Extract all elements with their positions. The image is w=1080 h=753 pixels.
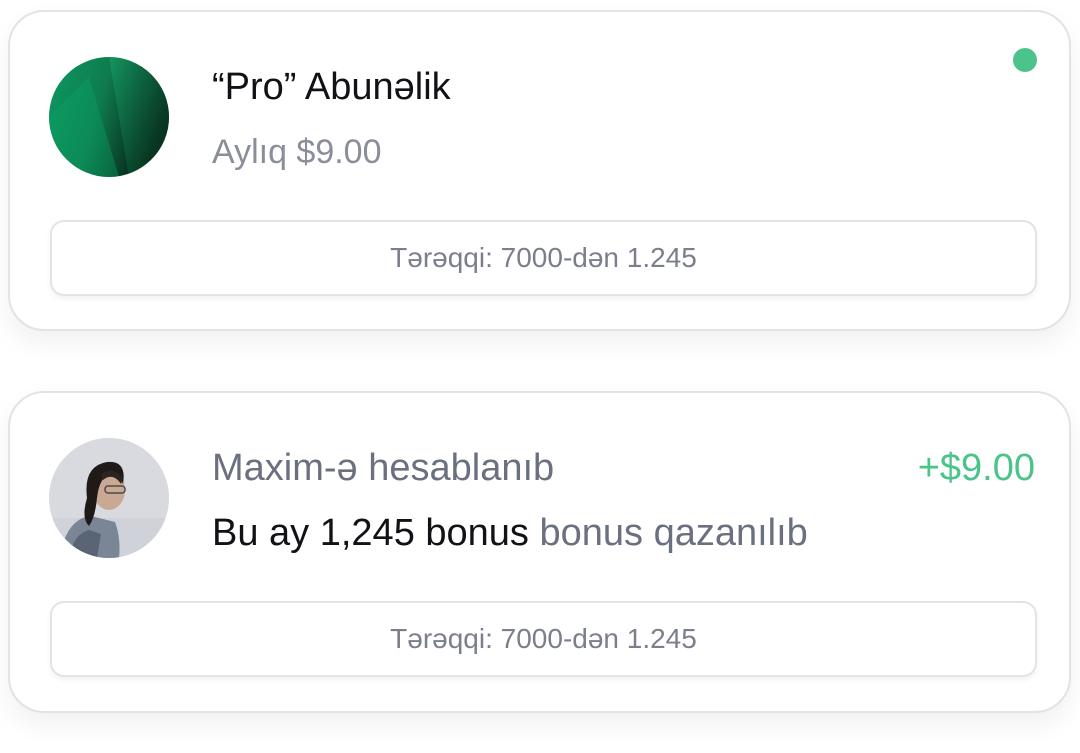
status-dot-icon [1013, 48, 1037, 72]
subscription-progress: Tərəqqi: 7000-dən 1.245 [50, 220, 1037, 296]
subscription-price: Aylıq $9.00 [212, 133, 382, 171]
bonus-description-muted: bonus qazanılıb [539, 512, 808, 554]
user-avatar [49, 438, 169, 558]
charge-amount: +$9.00 [917, 447, 1035, 489]
user-photo-avatar-icon [49, 438, 169, 558]
bonus-description: Bu ay 1,245 bonus bonus qazanılıb [212, 510, 808, 556]
bonus-description-main: Bu ay 1,245 bonus [212, 512, 529, 554]
charge-title: Maxim-ə hesablanıb [212, 447, 555, 489]
subscription-avatar [49, 57, 169, 177]
subscription-card: “Pro” Abunəlik Aylıq $9.00 Tərəqqi: 7000… [8, 10, 1071, 331]
subscription-title: “Pro” Abunəlik [212, 66, 451, 108]
charge-progress: Tərəqqi: 7000-dən 1.245 [50, 601, 1037, 677]
green-gradient-avatar-icon [49, 57, 169, 177]
charge-card: Maxim-ə hesablanıb +$9.00 Bu ay 1,245 bo… [8, 391, 1071, 713]
